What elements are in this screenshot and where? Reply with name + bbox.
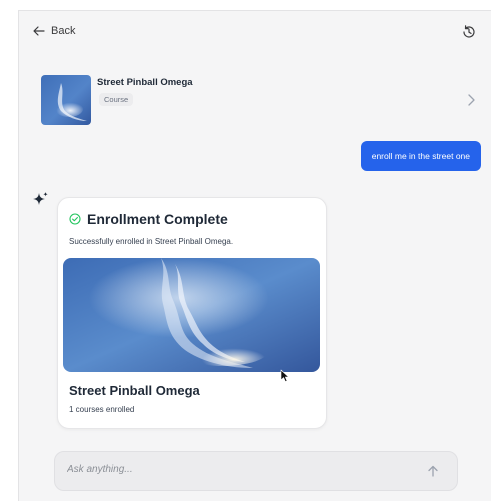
- course-hero-image: [63, 258, 320, 372]
- sparkle-icon: [33, 192, 48, 205]
- course-type-badge: Course: [99, 93, 134, 106]
- user-message-bubble: enroll me in the street one: [360, 141, 481, 171]
- chevron-right-icon: [468, 94, 475, 106]
- arrow-left-icon: [33, 26, 45, 36]
- enrollment-result-card: Enrollment Complete Successfully enrolle…: [57, 197, 327, 429]
- course-title: Street Pinball Omega: [97, 77, 193, 88]
- enrolled-count: 1 courses enrolled: [69, 405, 135, 414]
- screenshot-frame: Back Street Pinball Omega Course enroll …: [0, 0, 492, 501]
- chat-composer[interactable]: [54, 451, 458, 491]
- card-description: Successfully enrolled in Street Pinball …: [69, 237, 234, 246]
- card-title: Enrollment Complete: [87, 211, 228, 227]
- mouse-cursor-icon: [280, 369, 289, 382]
- chat-app-window: Back Street Pinball Omega Course enroll …: [18, 10, 491, 501]
- enrolled-course-name: Street Pinball Omega: [69, 383, 200, 398]
- send-button[interactable]: [425, 463, 441, 479]
- message-input[interactable]: [67, 464, 397, 475]
- check-circle-icon: [69, 213, 81, 225]
- back-button[interactable]: Back: [33, 25, 75, 37]
- course-thumbnail: [41, 75, 91, 125]
- back-label: Back: [51, 25, 76, 37]
- history-button[interactable]: [461, 24, 477, 40]
- arrow-up-icon: [428, 465, 438, 477]
- history-icon: [463, 25, 475, 38]
- top-bar: Back: [19, 11, 491, 55]
- course-preview-row[interactable]: Street Pinball Omega Course: [37, 75, 477, 129]
- card-header: Enrollment Complete: [69, 211, 228, 227]
